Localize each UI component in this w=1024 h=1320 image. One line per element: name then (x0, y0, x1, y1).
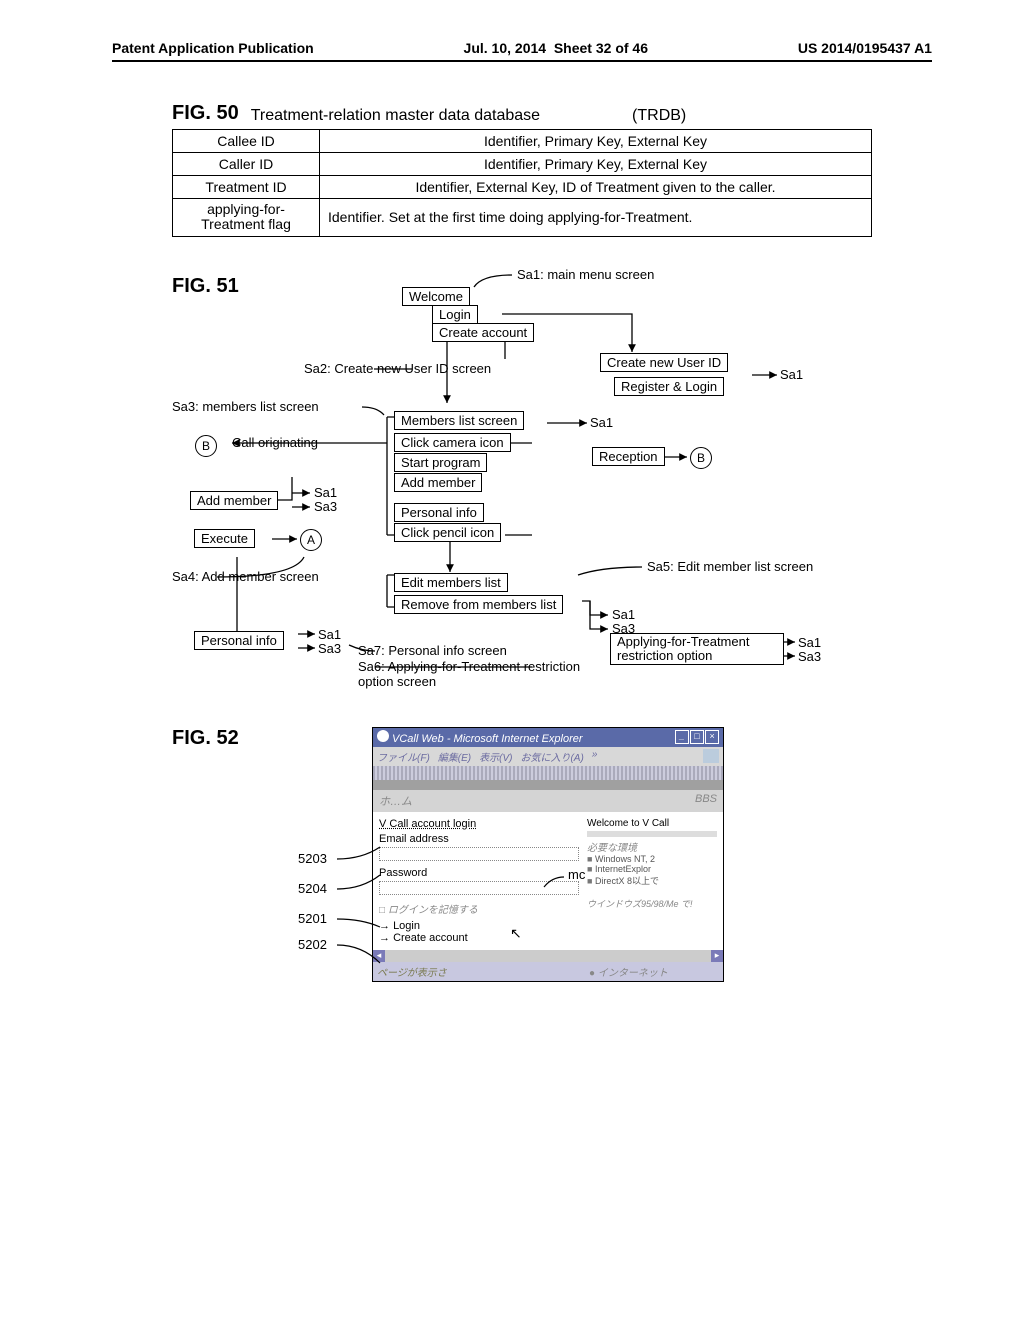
table-row: Callee IDIdentifier, Primary Key, Extern… (173, 130, 872, 153)
sa7-label: Sa7: Personal info screen (358, 643, 507, 658)
sa2-label: Sa2: Create new User ID screen (304, 361, 491, 376)
members-list-screen-box: Members list screen (394, 411, 524, 430)
register-login-box: Register & Login (614, 377, 724, 396)
header-docnum: US 2014/0195437 A1 (798, 40, 932, 56)
click-camera-box: Click camera icon (394, 433, 511, 452)
fig52-block: FIG. 52 VCall Web - Microsoft Internet E… (112, 727, 932, 1107)
header-date: Jul. 10, 2014 (464, 40, 547, 56)
header-sheet: Sheet 32 of 46 (554, 40, 648, 56)
circle-b-right: B (690, 447, 712, 469)
fig51-title: FIG. 51 (172, 275, 239, 298)
callout-5201: 5201 (298, 911, 327, 926)
table-row: Treatment IDIdentifier, External Key, ID… (173, 176, 872, 199)
goto-sa1-b: Sa1 (590, 415, 613, 430)
call-originating-label: Call originating (232, 435, 318, 450)
remove-from-ml-box: Remove from members list (394, 595, 563, 614)
cursor-icon: ↖ (510, 925, 522, 942)
callout-5203: 5203 (298, 851, 327, 866)
circle-a: A (300, 529, 322, 551)
goto-sa3-d: Sa3 (798, 649, 821, 664)
goto-sa1-a: Sa1 (780, 367, 803, 382)
fig50-code: (TRDB) (632, 107, 686, 125)
header-publication: Patent Application Publication (112, 40, 314, 56)
create-new-userid-box: Create new User ID (600, 353, 728, 372)
goto-sa3-a: Sa3 (314, 499, 337, 514)
personal-info-left-box: Personal info (194, 631, 284, 650)
goto-sa3-c: Sa3 (318, 641, 341, 656)
callout-5204: 5204 (298, 881, 327, 896)
goto-sa1-f: Sa1 (798, 635, 821, 650)
add-member-box: Add member (394, 473, 482, 492)
create-account-box: Create account (432, 323, 534, 342)
page-header: Patent Application Publication Jul. 10, … (112, 40, 932, 62)
sa4-label: Sa4: Add member screen (172, 569, 319, 584)
edit-members-list-box: Edit members list (394, 573, 508, 592)
table-row: Caller IDIdentifier, Primary Key, Extern… (173, 153, 872, 176)
sa5-label: Sa5: Edit member list screen (647, 559, 813, 574)
sa3-label: Sa3: members list screen (172, 399, 319, 414)
execute-box: Execute (194, 529, 255, 548)
start-program-box: Start program (394, 453, 487, 472)
sa6-label: Sa6: Applying-for-Treatment restriction … (358, 659, 598, 689)
click-pencil-box: Click pencil icon (394, 523, 501, 542)
fig50-title: FIG. 50 (172, 102, 239, 125)
goto-sa1-e: Sa1 (318, 627, 341, 642)
sa1-label: Sa1: main menu screen (517, 267, 654, 282)
callout-5202: 5202 (298, 937, 327, 952)
welcome-box: Welcome (402, 287, 470, 306)
circle-b-left: B (195, 435, 217, 457)
fig51-diagram: FIG. 51 Sa1: main menu screen Welcome Lo… (112, 257, 932, 717)
callout-mc: mc (568, 867, 585, 882)
applying-restriction-box: Applying-for-Treatment restriction optio… (610, 633, 784, 666)
goto-sa1-d: Sa1 (612, 607, 635, 622)
fig50-caption: Treatment-relation master data database (251, 107, 540, 125)
reception-box: Reception (592, 447, 665, 466)
login-box: Login (432, 305, 478, 324)
goto-sa1-c: Sa1 (314, 485, 337, 500)
table-row: applying-for-Treatment flagIdentifier. S… (173, 199, 872, 237)
add-member-left-box: Add member (190, 491, 278, 510)
trdb-table: Callee IDIdentifier, Primary Key, Extern… (172, 129, 872, 237)
personal-info-box: Personal info (394, 503, 484, 522)
